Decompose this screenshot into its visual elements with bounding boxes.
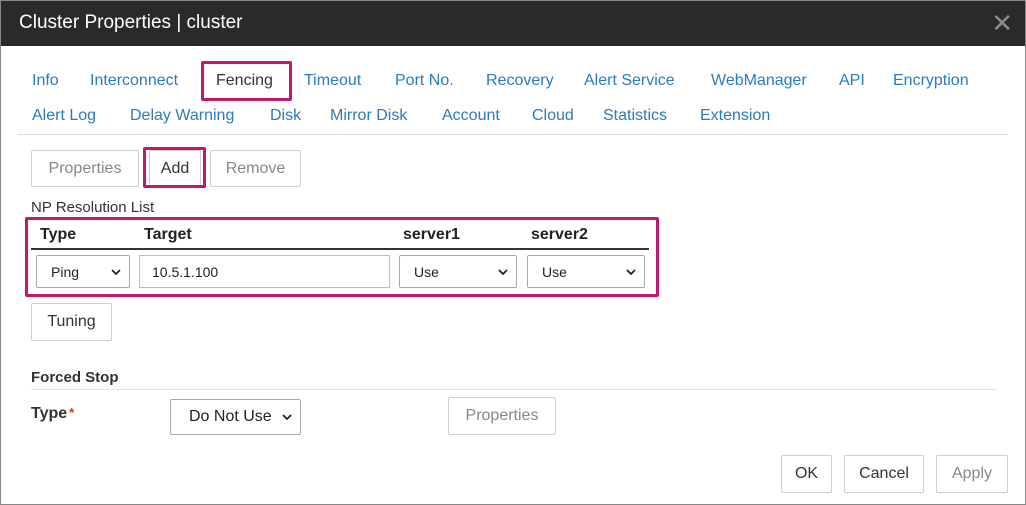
- np-resolution-list-title: NP Resolution List: [31, 199, 155, 216]
- tab-timeout[interactable]: Timeout: [304, 72, 361, 90]
- tuning-button[interactable]: Tuning: [31, 303, 112, 341]
- fencing-tab-highlight: [201, 61, 292, 101]
- forced-stop-section-title: Forced Stop: [31, 369, 119, 386]
- chevron-down-icon: [282, 414, 292, 421]
- np-properties-button[interactable]: Properties: [31, 150, 139, 187]
- forced-stop-type-label: Type *: [31, 405, 74, 423]
- tab-encryption[interactable]: Encryption: [893, 72, 969, 90]
- forced-stop-properties-button[interactable]: Properties: [448, 397, 556, 435]
- apply-button[interactable]: Apply: [936, 455, 1008, 493]
- close-icon[interactable]: ✕: [991, 10, 1013, 36]
- tab-info[interactable]: Info: [32, 72, 59, 90]
- forced-stop-type-label-text: Type: [31, 405, 68, 422]
- tab-disk[interactable]: Disk: [270, 107, 301, 125]
- tab-mirror-disk[interactable]: Mirror Disk: [330, 107, 407, 125]
- forced-stop-type-value: Do Not Use: [189, 408, 272, 425]
- tab-extension[interactable]: Extension: [700, 107, 770, 125]
- np-remove-button[interactable]: Remove: [210, 150, 301, 187]
- tab-account[interactable]: Account: [442, 107, 500, 125]
- tab-statistics[interactable]: Statistics: [603, 107, 667, 125]
- forced-stop-type-select[interactable]: Do Not Use: [170, 399, 301, 435]
- cancel-button[interactable]: Cancel: [844, 455, 924, 493]
- tab-divider: [18, 134, 1008, 135]
- tab-interconnect[interactable]: Interconnect: [90, 72, 178, 90]
- forced-stop-divider: [31, 389, 997, 390]
- add-button-highlight: [143, 147, 206, 188]
- tab-alert-log[interactable]: Alert Log: [32, 107, 96, 125]
- tab-api[interactable]: API: [839, 72, 865, 90]
- dialog-title: Cluster Properties | cluster: [19, 12, 243, 33]
- tab-recovery[interactable]: Recovery: [486, 72, 554, 90]
- title-bar: Cluster Properties | cluster ✕: [1, 1, 1025, 46]
- ok-button[interactable]: OK: [781, 455, 832, 493]
- np-list-highlight: [25, 217, 659, 297]
- tab-alert-service[interactable]: Alert Service: [584, 72, 675, 90]
- tab-webmanager[interactable]: WebManager: [711, 72, 807, 90]
- required-mark: *: [69, 405, 75, 420]
- tab-port-no[interactable]: Port No.: [395, 72, 454, 90]
- tab-cloud[interactable]: Cloud: [532, 107, 574, 125]
- tab-delay-warning[interactable]: Delay Warning: [130, 107, 234, 125]
- cluster-properties-dialog: Cluster Properties | cluster ✕ Info Inte…: [0, 0, 1026, 505]
